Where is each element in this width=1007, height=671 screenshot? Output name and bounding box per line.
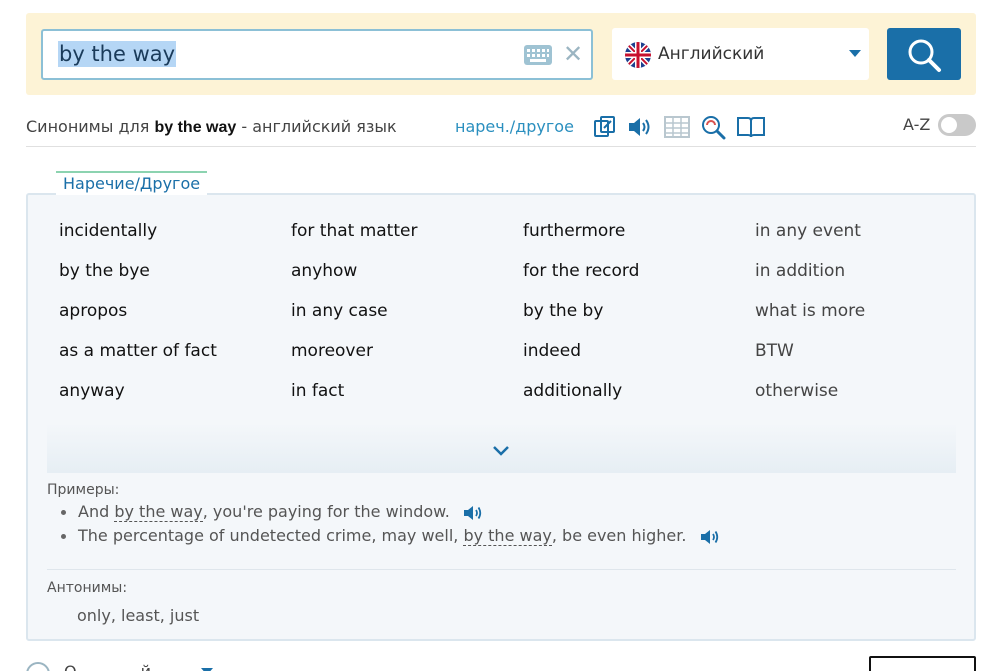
- example-text: , be even higher.: [551, 526, 687, 545]
- antonyms-list: only, least, just: [77, 606, 200, 625]
- synonym-link[interactable]: as a matter of fact: [59, 341, 217, 361]
- tab-adverb-other[interactable]: Наречие/Другое: [56, 171, 208, 195]
- header-divider: [26, 146, 976, 147]
- synonym-link[interactable]: in addition: [755, 261, 845, 281]
- synonyms-heading: Синонимы для by the way - английский язы…: [26, 117, 397, 137]
- toggle-knob: [941, 117, 957, 133]
- synonym-link[interactable]: furthermore: [523, 221, 625, 241]
- chevron-down-icon: [849, 50, 861, 57]
- example-highlight: by the way: [463, 526, 552, 546]
- example-text: The percentage of undetected crime, may …: [78, 526, 464, 545]
- synonym-link[interactable]: moreover: [291, 341, 373, 361]
- synonym-link[interactable]: for that matter: [291, 221, 417, 241]
- synonym-link[interactable]: BTW: [755, 341, 794, 361]
- examples-title: Примеры:: [47, 482, 120, 498]
- synonyms-card: incidentally by the bye apropos as a mat…: [26, 193, 976, 641]
- example-item: The percentage of undetected crime, may …: [61, 524, 720, 548]
- synonym-link[interactable]: anyhow: [291, 261, 357, 281]
- search-zoom-icon[interactable]: [700, 114, 726, 140]
- antonyms-title: Антонимы:: [47, 580, 128, 596]
- language-select[interactable]: Английский: [612, 28, 869, 80]
- synonym-link[interactable]: anyway: [59, 381, 125, 401]
- heading-term: by the way: [154, 119, 237, 136]
- help-icon[interactable]: [26, 662, 50, 671]
- synonym-link[interactable]: additionally: [523, 381, 622, 401]
- speaker-icon[interactable]: [627, 114, 653, 140]
- synonym-link[interactable]: in any event: [755, 221, 861, 241]
- clear-icon[interactable]: ✕: [561, 42, 585, 66]
- search-icon: [908, 39, 941, 72]
- synonym-link[interactable]: apropos: [59, 301, 127, 321]
- synonym-link[interactable]: indeed: [523, 341, 581, 361]
- synonym-link[interactable]: otherwise: [755, 381, 838, 401]
- example-text: And: [78, 502, 115, 521]
- heading-prefix: Синонимы для: [26, 117, 150, 136]
- synonym-link[interactable]: in fact: [291, 381, 344, 401]
- synonym-link[interactable]: by the bye: [59, 261, 150, 281]
- search-panel: by the way ✕ Английский: [26, 13, 976, 95]
- part-of-speech-link[interactable]: нареч./другое: [455, 117, 574, 136]
- speaker-icon[interactable]: [463, 504, 483, 522]
- synonym-link[interactable]: in any case: [291, 301, 388, 321]
- synonym-link[interactable]: for the record: [523, 261, 639, 281]
- section-divider: [47, 569, 956, 570]
- example-item: And by the way, you're paying for the wi…: [61, 500, 720, 524]
- chevron-down-icon: [493, 446, 509, 456]
- expand-more-button[interactable]: [47, 423, 956, 473]
- synonym-link[interactable]: what is more: [755, 301, 865, 321]
- example-text: , you're paying for the window.: [202, 502, 450, 521]
- az-sort-label: A-Z: [903, 115, 931, 134]
- search-query-text[interactable]: by the way: [58, 41, 177, 67]
- heading-suffix: - английский язык: [241, 117, 397, 136]
- table-icon[interactable]: [663, 114, 691, 140]
- speaker-icon[interactable]: [700, 528, 720, 546]
- copy-icon[interactable]: [592, 114, 618, 140]
- footer-dropdown-label[interactable]: О…………й: [64, 662, 151, 671]
- keyboard-icon[interactable]: [523, 44, 553, 66]
- synonym-link[interactable]: incidentally: [59, 221, 157, 241]
- footer-button[interactable]: [869, 656, 976, 671]
- example-highlight: by the way: [114, 502, 203, 522]
- examples-list: And by the way, you're paying for the wi…: [61, 500, 720, 548]
- language-label: Английский: [658, 44, 765, 64]
- search-button[interactable]: [887, 28, 961, 80]
- search-input[interactable]: by the way ✕: [41, 29, 593, 80]
- uk-flag-icon: [625, 42, 651, 68]
- az-sort-toggle[interactable]: [938, 114, 976, 136]
- synonym-link[interactable]: by the by: [523, 301, 603, 321]
- book-icon[interactable]: [736, 114, 766, 140]
